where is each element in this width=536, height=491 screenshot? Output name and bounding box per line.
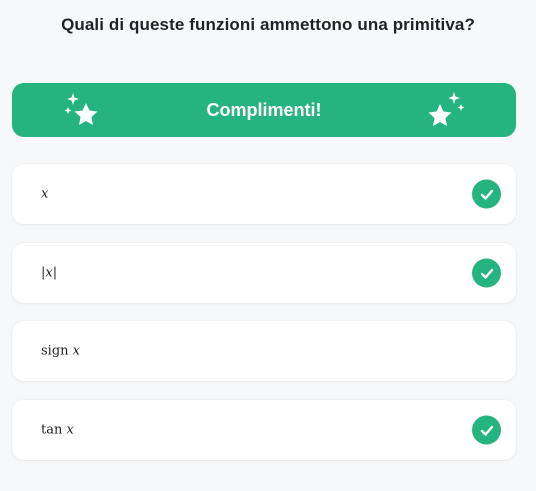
question-title: Quali di queste funzioni ammettono una p… bbox=[61, 15, 475, 34]
answer-option-abs-x[interactable]: |x| bbox=[12, 243, 516, 303]
check-icon bbox=[472, 179, 501, 209]
option-label: sign x bbox=[41, 343, 80, 359]
answer-option-x[interactable]: x bbox=[12, 164, 516, 224]
sparkle-stars-icon bbox=[64, 93, 98, 125]
option-label: x bbox=[41, 186, 49, 202]
banner-text: Complimenti! bbox=[206, 99, 322, 120]
answer-option-sign-x[interactable]: sign x bbox=[12, 321, 516, 381]
check-icon bbox=[472, 415, 501, 445]
option-label: tan x bbox=[41, 422, 74, 438]
answer-option-tan-x[interactable]: tan x bbox=[12, 400, 516, 460]
option-label: |x| bbox=[41, 265, 58, 281]
check-icon bbox=[472, 258, 501, 288]
success-banner: Complimenti! bbox=[12, 83, 516, 137]
sparkle-stars-icon bbox=[428, 92, 465, 126]
